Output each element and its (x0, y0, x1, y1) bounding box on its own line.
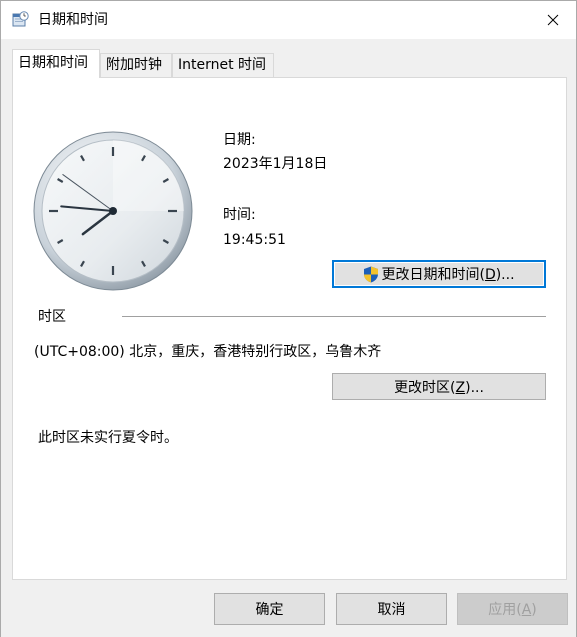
change-timezone-button[interactable]: 更改时区(Z)... (332, 373, 546, 400)
date-value: 2023年1月18日 (223, 156, 328, 172)
dst-note: 此时区未实行夏令时。 (38, 430, 178, 446)
tab-panel: 日期: 2023年1月18日 时间: 19:45:51 更改日期和时间(D)..… (12, 77, 567, 580)
dialog-footer: 确定 取消 应用(A) (1, 581, 576, 637)
time-value: 19:45:51 (223, 232, 286, 248)
date-label: 日期: (223, 132, 256, 148)
analog-clock (33, 131, 193, 291)
close-button[interactable] (530, 1, 576, 39)
change-timezone-label: 更改时区(Z)... (394, 379, 484, 396)
ok-button[interactable]: 确定 (214, 593, 325, 625)
date-time-dialog: 日期和时间 日期和时间 附加时钟 Internet 时间 日期: 2023年1月… (0, 0, 577, 637)
timezone-divider (122, 316, 546, 317)
close-icon (547, 14, 559, 26)
apply-button[interactable]: 应用(A) (457, 593, 568, 625)
clock-calendar-icon (12, 11, 29, 27)
timezone-value: (UTC+08:00) 北京，重庆，香港特别行政区，乌鲁木齐 (34, 344, 382, 360)
tab-additional-clocks[interactable]: 附加时钟 (100, 53, 172, 77)
time-label: 时间: (223, 207, 256, 223)
tab-internet-time[interactable]: Internet 时间 (172, 53, 274, 77)
window-title: 日期和时间 (38, 12, 108, 28)
apply-label: 应用(A) (488, 602, 537, 618)
change-date-time-label: 更改日期和时间(D)... (381, 267, 515, 283)
title-bar: 日期和时间 (1, 1, 576, 39)
tab-date-time[interactable]: 日期和时间 (12, 49, 100, 78)
timezone-section-label: 时区 (38, 309, 66, 325)
change-date-time-button[interactable]: 更改日期和时间(D)... (332, 260, 546, 288)
uac-shield-icon (364, 266, 379, 282)
cancel-button[interactable]: 取消 (336, 593, 447, 625)
